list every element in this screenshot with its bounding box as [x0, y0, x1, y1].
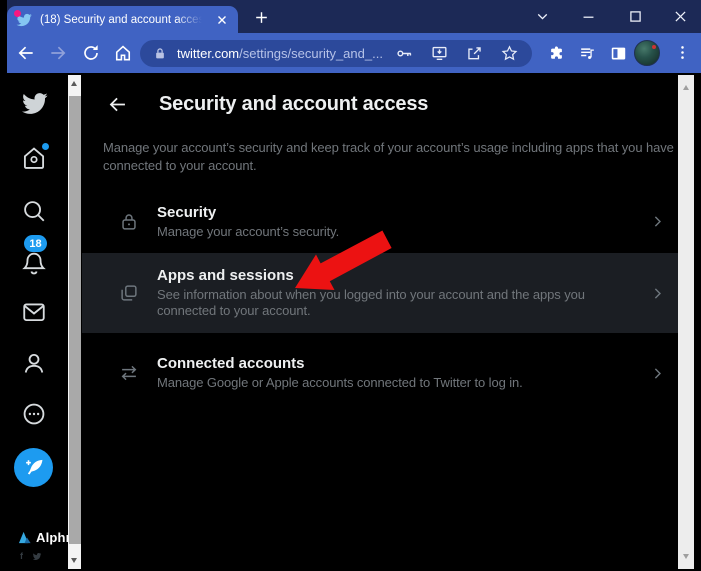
extensions-puzzle-icon[interactable] [547, 44, 566, 63]
swap-arrows-icon [118, 362, 140, 384]
tab-notification-dot [14, 10, 21, 17]
menu-item-description: Manage Google or Apple accounts connecte… [157, 375, 619, 391]
url-bar[interactable]: twitter.com/settings/security_and_... [140, 40, 532, 67]
chevron-right-icon [649, 213, 666, 230]
url-text: twitter.com/settings/security_and_... [177, 46, 383, 61]
copy-squares-icon [118, 282, 140, 304]
feather-plus-icon [23, 457, 45, 479]
forward-button[interactable] [48, 43, 68, 63]
browser-toolbar: twitter.com/settings/security_and_... [7, 33, 701, 73]
notifications-badge: 18 [24, 235, 47, 252]
window-maximize-button[interactable] [627, 8, 644, 25]
back-button[interactable] [16, 43, 36, 63]
back-arrow-icon[interactable] [107, 94, 128, 115]
right-scrollbar[interactable] [678, 75, 694, 569]
menu-item-title: Connected accounts [157, 355, 619, 372]
page-description: Manage your account’s security and keep … [103, 139, 677, 175]
facebook-icon: f [20, 551, 23, 561]
url-domain: twitter.com [177, 46, 239, 61]
url-path: /settings/security_and_... [239, 46, 383, 61]
window-chevron-icon[interactable] [534, 8, 551, 25]
home-notification-dot [42, 143, 49, 150]
nav-messages-icon[interactable] [21, 299, 47, 325]
profile-avatar[interactable] [634, 40, 660, 66]
window-close-button[interactable] [672, 8, 689, 25]
nav-notifications-icon[interactable] [21, 250, 47, 276]
bookmark-star-icon[interactable] [500, 44, 519, 63]
settings-panel: Security and account access Manage your … [82, 73, 678, 571]
twitter-logo-icon[interactable] [21, 90, 47, 116]
reload-button[interactable] [81, 43, 101, 63]
page-title: Security and account access [159, 93, 428, 116]
ssl-lock-icon[interactable] [153, 46, 167, 61]
compose-tweet-button[interactable] [14, 448, 53, 487]
scroll-down-arrow[interactable] [71, 558, 77, 563]
scrollbar-thumb[interactable] [69, 96, 81, 544]
kebab-menu-icon[interactable] [673, 43, 692, 62]
nav-search-icon[interactable] [21, 198, 47, 224]
menu-item-title: Security [157, 204, 619, 221]
left-scrollbar[interactable] [68, 75, 81, 569]
menu-item-text: Connected accounts Manage Google or Appl… [157, 355, 619, 391]
alphr-logo-icon [18, 531, 32, 544]
menu-item-description: See information about when you logged in… [157, 287, 619, 319]
playlist-extension-icon[interactable] [578, 44, 597, 63]
red-annotation-arrow [293, 230, 393, 290]
settings-menu: Security Manage your account’s security.… [82, 193, 678, 406]
chevron-right-icon [649, 365, 666, 382]
password-key-icon[interactable] [395, 44, 414, 63]
nav-profile-icon[interactable] [21, 350, 47, 376]
home-button[interactable] [113, 43, 133, 63]
nav-more-icon[interactable] [21, 401, 47, 427]
twitter-page: 18 Alphr f [7, 73, 701, 571]
share-icon[interactable] [465, 44, 484, 63]
browser-tab[interactable]: (18) Security and account access [7, 6, 238, 33]
chevron-right-icon [649, 285, 666, 302]
settings-header: Security and account access [82, 91, 428, 117]
alphr-social-icons: f [20, 551, 42, 561]
twitter-tiny-icon [32, 552, 42, 561]
scroll-down-arrow[interactable] [683, 554, 689, 559]
alphr-watermark-text: Alphr [36, 530, 71, 545]
menu-item-connected-accounts[interactable]: Connected accounts Manage Google or Appl… [82, 340, 678, 406]
new-tab-button[interactable] [253, 9, 270, 26]
tab-title: (18) Security and account access [40, 14, 202, 26]
alphr-watermark: Alphr [18, 530, 71, 545]
tab-close-icon[interactable] [215, 13, 229, 27]
browser-window: (18) Security and account access [7, 0, 701, 571]
browser-titlebar: (18) Security and account access [7, 0, 701, 33]
screen-capture-icon[interactable] [430, 44, 449, 63]
scroll-up-arrow[interactable] [71, 81, 77, 86]
twitter-favicon-icon [16, 12, 32, 28]
scroll-up-arrow[interactable] [683, 85, 689, 90]
window-minimize-button[interactable] [580, 8, 597, 25]
lock-icon [118, 211, 140, 233]
side-panel-icon[interactable] [609, 44, 628, 63]
